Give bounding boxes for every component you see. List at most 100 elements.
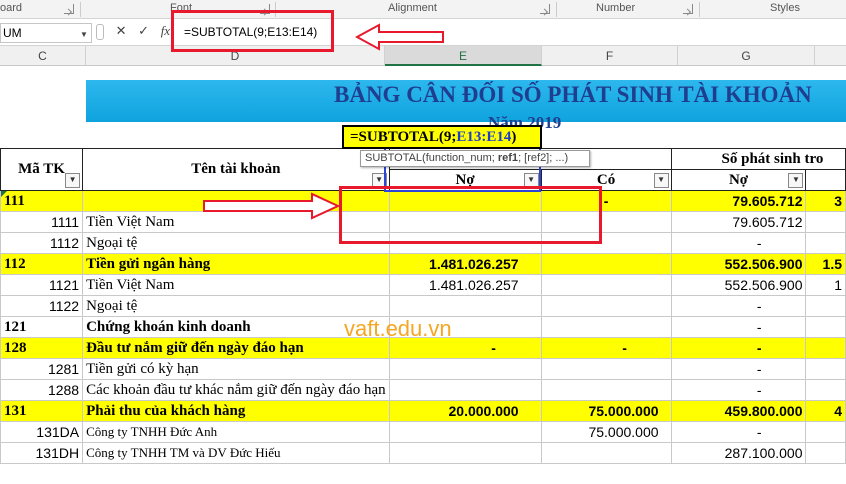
tooltip-ref1: ref1 xyxy=(497,152,519,164)
period-credit[interactable] xyxy=(805,421,846,443)
period-debit[interactable]: - xyxy=(670,421,807,443)
opening-credit[interactable] xyxy=(540,442,672,464)
opening-credit[interactable] xyxy=(540,358,672,380)
number-launcher-icon[interactable] xyxy=(683,4,693,14)
period-credit[interactable] xyxy=(805,442,846,464)
table-row: 1121 Tiền Việt Nam 1.481.026.257 552.506… xyxy=(0,274,846,296)
period-credit[interactable] xyxy=(805,337,846,359)
period-debit[interactable]: 552.506.900 xyxy=(670,274,807,296)
period-debit[interactable]: 79.605.712 xyxy=(670,190,807,212)
account-code[interactable]: 131DA xyxy=(0,421,84,443)
sheet-title: BẢNG CÂN ĐỐI SỐ PHÁT SINH TÀI KHOẢN xyxy=(334,82,812,107)
filter-dropdown-icon[interactable]: ▼ xyxy=(653,173,669,188)
period-credit[interactable] xyxy=(805,211,846,233)
account-code[interactable]: 131 xyxy=(0,400,84,422)
account-code[interactable]: 1288 xyxy=(0,379,84,401)
column-header-f[interactable]: F xyxy=(542,46,678,66)
opening-debit[interactable] xyxy=(388,421,542,443)
account-code[interactable]: 112 xyxy=(0,253,84,275)
editing-cell[interactable]: =SUBTOTAL(9;E13:E14) xyxy=(342,125,542,149)
enter-icon[interactable]: ✓ xyxy=(138,23,149,38)
chevron-down-icon[interactable]: ▼ xyxy=(80,30,88,39)
period-credit[interactable]: 1.5 xyxy=(805,253,846,275)
header-ma-tk: Mã TK ▼ xyxy=(0,148,84,191)
grip-icon xyxy=(96,23,104,40)
account-code[interactable]: 1112 xyxy=(0,232,84,254)
account-name[interactable]: Tiền gửi có kỳ hạn xyxy=(82,358,390,380)
opening-credit[interactable]: - xyxy=(540,337,672,359)
opening-credit[interactable] xyxy=(540,295,672,317)
tooltip-function: SUBTOTAL(function_num; xyxy=(365,152,498,164)
opening-credit[interactable] xyxy=(540,316,672,338)
period-debit[interactable]: - xyxy=(670,337,807,359)
fx-icon[interactable]: fx xyxy=(161,23,170,38)
ribbon-group-bar: oard Font Alignment Number Styles xyxy=(0,0,846,19)
opening-debit[interactable]: 1.481.026.257 xyxy=(388,274,542,296)
period-debit[interactable]: 552.506.900 xyxy=(670,253,807,275)
period-debit[interactable]: - xyxy=(670,316,807,338)
account-code[interactable]: 1121 xyxy=(0,274,84,296)
account-name[interactable]: Ngoại tệ xyxy=(82,295,390,317)
period-debit[interactable]: - xyxy=(670,232,807,254)
opening-debit[interactable] xyxy=(388,358,542,380)
opening-debit[interactable] xyxy=(388,442,542,464)
filter-dropdown-icon[interactable]: ▼ xyxy=(788,173,804,188)
ribbon-separator xyxy=(556,2,557,17)
account-code[interactable]: 1111 xyxy=(0,211,84,233)
account-name[interactable]: Tiền Việt Nam xyxy=(82,274,390,296)
header-blank xyxy=(805,169,846,191)
account-name[interactable]: Công ty TNHH TM và DV Đức Hiếu xyxy=(82,442,390,464)
account-code[interactable]: 131DH xyxy=(0,442,84,464)
period-debit[interactable]: 459.800.000 xyxy=(670,400,807,422)
opening-debit[interactable] xyxy=(388,379,542,401)
header-no-2: Nợ ▼ xyxy=(670,169,807,191)
name-box[interactable]: UM xyxy=(0,23,92,43)
period-credit[interactable]: 4 xyxy=(805,400,846,422)
period-debit[interactable]: - xyxy=(670,295,807,317)
period-credit[interactable] xyxy=(805,379,846,401)
account-name[interactable]: Các khoản đầu tư khác nắm giữ đến ngày đ… xyxy=(82,379,390,401)
ribbon-group-alignment: Alignment xyxy=(388,2,437,14)
period-credit[interactable]: 3 xyxy=(805,190,846,212)
period-debit[interactable]: 79.605.712 xyxy=(670,211,807,233)
clipboard-launcher-icon[interactable] xyxy=(64,4,74,14)
cancel-icon[interactable]: ✕ xyxy=(116,23,127,38)
opening-credit[interactable] xyxy=(540,274,672,296)
table-row: 1122 Ngoại tệ - xyxy=(0,295,846,317)
period-credit[interactable] xyxy=(805,316,846,338)
account-code[interactable]: 111 xyxy=(0,190,84,212)
filter-dropdown-icon[interactable]: ▼ xyxy=(65,173,81,188)
opening-debit[interactable]: 1.481.026.257 xyxy=(388,253,542,275)
period-debit[interactable]: - xyxy=(670,379,807,401)
account-code[interactable]: 1122 xyxy=(0,295,84,317)
period-debit[interactable]: 287.100.000 xyxy=(670,442,807,464)
opening-credit[interactable] xyxy=(540,379,672,401)
period-debit[interactable]: - xyxy=(670,358,807,380)
opening-credit[interactable]: 75.000.000 xyxy=(540,400,672,422)
tooltip-rest: ; [ref2]; ...) xyxy=(518,152,569,164)
column-header-c[interactable]: C xyxy=(0,46,86,66)
account-name[interactable]: Phải thu của khách hàng xyxy=(82,400,390,422)
table-row: 112 Tiền gửi ngân hàng 1.481.026.257 552… xyxy=(0,253,846,275)
opening-debit[interactable] xyxy=(388,295,542,317)
column-header-h[interactable] xyxy=(815,46,846,66)
account-code[interactable]: 1281 xyxy=(0,358,84,380)
opening-debit[interactable]: 20.000.000 xyxy=(388,400,542,422)
ribbon-group-styles: Styles xyxy=(770,2,800,14)
period-credit[interactable] xyxy=(805,232,846,254)
account-code[interactable]: 121 xyxy=(0,316,84,338)
cell-note-marker xyxy=(1,191,7,197)
period-credit[interactable]: 1 xyxy=(805,274,846,296)
function-tooltip[interactable]: SUBTOTAL(function_num; ref1; [ref2]; ...… xyxy=(360,150,590,167)
period-credit[interactable] xyxy=(805,358,846,380)
period-credit[interactable] xyxy=(805,295,846,317)
opening-credit[interactable] xyxy=(540,253,672,275)
account-name[interactable]: Công ty TNHH Đức Anh xyxy=(82,421,390,443)
account-code[interactable]: 128 xyxy=(0,337,84,359)
alignment-launcher-icon[interactable] xyxy=(540,4,550,14)
account-name[interactable]: Tiền gửi ngân hàng xyxy=(82,253,390,275)
column-header-g[interactable]: G xyxy=(678,46,815,66)
annotation-arrow-left-icon xyxy=(355,23,444,51)
opening-credit[interactable]: 75.000.000 xyxy=(540,421,672,443)
cell-formula-ref: E13:E14 xyxy=(456,129,512,145)
